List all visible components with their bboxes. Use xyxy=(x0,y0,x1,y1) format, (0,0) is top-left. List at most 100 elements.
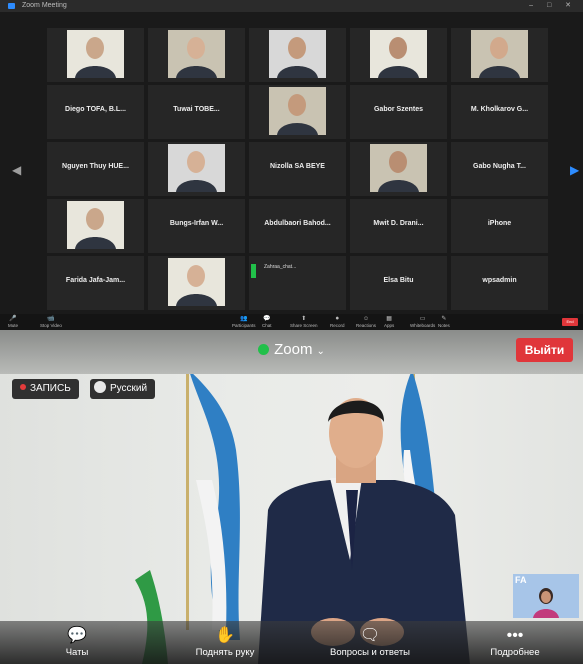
toolbar-button[interactable]: 💬 Chat xyxy=(262,315,272,328)
more-dots-icon: ••• xyxy=(506,627,524,644)
participant-video xyxy=(67,30,124,78)
participant-name: Abdulbaori Bahod... xyxy=(264,220,331,227)
participant-video xyxy=(168,144,225,192)
chats-label: Чаты xyxy=(65,647,89,658)
participant-tile[interactable] xyxy=(47,199,144,253)
participant-tile[interactable]: Farida Jafa-Jam... xyxy=(47,256,144,310)
participant-tile[interactable] xyxy=(148,142,245,196)
recording-badge[interactable]: ЗАПИСЬ xyxy=(12,379,79,399)
toolbar-label: Stop Video xyxy=(40,323,62,328)
qa-label: Вопросы и ответы xyxy=(329,647,410,658)
toolbar-button[interactable]: 📹 Stop Video xyxy=(40,315,62,328)
participant-name: Bungs-Irfan W... xyxy=(169,220,224,227)
desktop-zoom-window: Zoom Meeting – □ ✕ ◀ ▶ Diego TOFA, B.L..… xyxy=(0,0,583,330)
toolbar-label: Notes xyxy=(438,323,450,328)
toolbar-icon: ▭ xyxy=(419,316,426,322)
toolbar-button[interactable]: ▦ Apps xyxy=(384,315,394,328)
participant-name: Farida Jafa-Jam... xyxy=(65,277,126,284)
participant-tile[interactable]: wpsadmin xyxy=(451,256,548,310)
participant-tile[interactable]: iPhone xyxy=(451,199,548,253)
participant-tile[interactable] xyxy=(451,28,548,82)
chats-button[interactable]: 💬 Чаты xyxy=(22,625,132,658)
toolbar-label: Whiteboards xyxy=(410,323,436,328)
end-meeting-button[interactable]: End xyxy=(562,318,578,326)
gallery-grid: Diego TOFA, B.L... Tuwai TOBE... Gabor Sze… xyxy=(47,28,549,312)
participant-name: Elsa Bitu xyxy=(383,277,414,284)
participant-tile[interactable]: Bungs-Irfan W... xyxy=(148,199,245,253)
secure-status-icon xyxy=(258,344,270,355)
chat-bubble-icon: 💬 xyxy=(67,627,87,644)
qa-icon: 🗨 xyxy=(359,627,381,644)
window-titlebar: Zoom Meeting – □ ✕ xyxy=(0,0,583,12)
chat-preview[interactable]: Zahraa_chat... xyxy=(251,264,341,278)
participant-name: iPhone xyxy=(487,220,512,227)
participant-tile[interactable] xyxy=(249,85,346,139)
toolbar-icon: ✎ xyxy=(441,316,447,322)
toolbar-icon: ▦ xyxy=(386,316,392,322)
window-title: Zoom Meeting xyxy=(22,2,67,9)
leave-button[interactable]: Выйти xyxy=(516,338,573,362)
toolbar-label: Apps xyxy=(384,323,395,328)
participant-tile[interactable]: Abdulbaori Bahod... xyxy=(249,199,346,253)
participant-tile[interactable] xyxy=(148,256,245,310)
participant-tile[interactable] xyxy=(350,28,447,82)
toolbar-button[interactable]: 🎤 Mute xyxy=(8,315,18,328)
more-button[interactable]: ••• Подробнее xyxy=(460,625,570,658)
self-view-thumbnail[interactable]: FA xyxy=(513,574,579,618)
toolbar-label: Share Screen xyxy=(290,323,318,328)
participant-name: Gabor Szentes xyxy=(373,106,423,113)
raise-hand-button[interactable]: ✋ Поднять руку xyxy=(170,625,280,658)
language-interpretation-badge[interactable]: Русский xyxy=(90,379,156,399)
toolbar-label: Participants xyxy=(232,323,256,328)
qa-button[interactable]: 🗨 Вопросы и ответы xyxy=(315,625,425,658)
toolbar-icon: 👥 xyxy=(240,316,248,322)
participant-tile[interactable]: Diego TOFA, B.L... xyxy=(47,85,144,139)
toolbar-button[interactable]: ⬆ Share Screen xyxy=(290,315,318,328)
toolbar-button[interactable]: 👥 Participants xyxy=(232,315,256,328)
participant-name: wpsadmin xyxy=(482,277,517,284)
participant-video xyxy=(370,144,427,192)
participant-name: Gabo Nugha T... xyxy=(473,163,526,170)
toolbar-button[interactable]: ☺ Reactions xyxy=(356,315,376,328)
meeting-title[interactable]: Zoom ⌄ xyxy=(0,341,583,358)
participant-video xyxy=(168,258,225,306)
toolbar-icon: 📹 xyxy=(47,316,55,322)
participant-tile[interactable] xyxy=(47,28,144,82)
participant-tile[interactable]: Nguyen Thuy HUE... xyxy=(47,142,144,196)
desktop-control-bar: 🎤 Mute 📹 Stop Video 👥 Participants 💬 Chat ⬆ Share… xyxy=(0,314,583,330)
recording-label: ЗАПИСЬ xyxy=(30,383,71,394)
participant-tile[interactable]: Mwit D. Drani... xyxy=(350,199,447,253)
prev-page-arrow-icon[interactable]: ◀ xyxy=(12,163,21,177)
participant-video xyxy=(67,201,124,249)
toolbar-label: Record xyxy=(330,323,345,328)
participant-tile[interactable]: M. Kholkarov G... xyxy=(451,85,548,139)
participant-tile[interactable] xyxy=(148,28,245,82)
hand-icon: ✋ xyxy=(215,627,235,644)
toolbar-button[interactable]: ⏺ Record xyxy=(330,315,345,328)
toolbar-label: Mute xyxy=(8,323,19,328)
toolbar-button[interactable]: ▭ Whiteboards xyxy=(410,315,435,328)
mobile-zoom-view: Zoom ⌄ Выйти ЗАПИСЬ Русский FA 💬 Чаты ✋ Под… xyxy=(0,330,583,664)
participant-tile[interactable] xyxy=(249,28,346,82)
participant-tile[interactable]: Elsa Bitu xyxy=(350,256,447,310)
next-page-arrow-icon[interactable]: ▶ xyxy=(570,163,579,177)
participant-name: Nguyen Thuy HUE... xyxy=(62,163,129,170)
participant-tile[interactable] xyxy=(350,142,447,196)
participant-tile[interactable]: Gabor Szentes xyxy=(350,85,447,139)
toolbar-label: Chat xyxy=(262,323,272,328)
participant-video xyxy=(370,30,427,78)
toolbar-icon: ☺ xyxy=(362,316,370,322)
globe-icon xyxy=(94,381,106,393)
participant-tile[interactable]: Tuwai TOBE... xyxy=(148,85,245,139)
window-controls[interactable]: – □ ✕ xyxy=(529,0,577,12)
participant-tile[interactable]: Gabo Nugha T... xyxy=(451,142,548,196)
participant-video xyxy=(269,87,326,135)
participant-name: Nizolla SA BEYE xyxy=(270,163,325,170)
participant-tile[interactable]: Nizolla SA BEYE xyxy=(249,142,346,196)
toolbar-label: Reactions xyxy=(356,323,377,328)
mobile-bottom-toolbar: 💬 Чаты ✋ Поднять руку 🗨 Вопросы и ответы ••… xyxy=(0,621,583,664)
participant-name: Mwit D. Drani... xyxy=(373,220,424,227)
chevron-down-icon: ⌄ xyxy=(316,346,325,357)
toolbar-button[interactable]: ✎ Notes xyxy=(438,315,450,328)
meeting-title-text: Zoom xyxy=(274,341,313,358)
